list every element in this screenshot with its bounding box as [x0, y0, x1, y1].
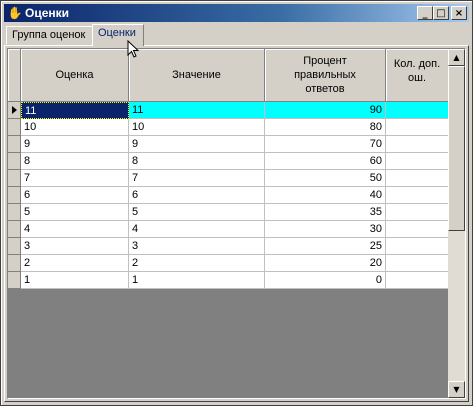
- current-row-arrow-icon: [12, 106, 17, 114]
- cell-value[interactable]: 11: [129, 102, 265, 119]
- close-button[interactable]: ×: [451, 6, 467, 20]
- grades-grid[interactable]: Оценка Значение Процент правильных ответ…: [7, 48, 466, 399]
- scroll-up-button[interactable]: ▲: [448, 49, 465, 66]
- cell-value[interactable]: 4: [129, 221, 265, 238]
- cell-percent[interactable]: 40: [265, 187, 386, 204]
- tab-grade-group[interactable]: Группа оценок: [6, 26, 93, 44]
- cell-grade[interactable]: 7: [21, 170, 129, 187]
- scroll-down-button[interactable]: ▼: [448, 381, 465, 398]
- row-indicator-cell[interactable]: [8, 153, 21, 170]
- row-indicator-cell[interactable]: [8, 272, 21, 289]
- cell-percent[interactable]: 60: [265, 153, 386, 170]
- row-indicator-cell[interactable]: [8, 136, 21, 153]
- table-row[interactable]: 110: [8, 272, 449, 289]
- column-header-grade[interactable]: Оценка: [21, 49, 129, 102]
- cell-grade[interactable]: 9: [21, 136, 129, 153]
- main-window: ✋ Оценки _ □ × Группа оценок Оценки Оцен…: [0, 0, 473, 406]
- cell-percent[interactable]: 70: [265, 136, 386, 153]
- column-header-value[interactable]: Значение: [129, 49, 265, 102]
- table-row[interactable]: 6 6 40: [8, 187, 449, 204]
- row-indicator-cell[interactable]: [8, 204, 21, 221]
- table-row[interactable]: 9 9 70: [8, 136, 449, 153]
- table-row[interactable]: 3 3 25: [8, 238, 449, 255]
- table-row[interactable]: 8 8 60: [8, 153, 449, 170]
- cell-value[interactable]: 8: [129, 153, 265, 170]
- table-row[interactable]: 4 4 30: [8, 221, 449, 238]
- cell-value[interactable]: 10: [129, 119, 265, 136]
- minimize-button[interactable]: _: [417, 6, 433, 20]
- cell-grade[interactable]: 1: [21, 272, 129, 289]
- cell-errors[interactable]: [386, 102, 449, 119]
- row-indicator-cell[interactable]: [8, 170, 21, 187]
- column-header-percent[interactable]: Процент правильных ответов: [265, 49, 386, 102]
- cell-errors[interactable]: [386, 238, 449, 255]
- cell-grade[interactable]: 8: [21, 153, 129, 170]
- cell-percent[interactable]: 90: [265, 102, 386, 119]
- cell-percent[interactable]: 35: [265, 204, 386, 221]
- cell-errors[interactable]: [386, 153, 449, 170]
- scroll-thumb[interactable]: [448, 66, 465, 231]
- table-row[interactable]: 11 11 90: [8, 102, 449, 119]
- tab-strip: Группа оценок Оценки: [4, 24, 469, 46]
- cell-errors[interactable]: [386, 204, 449, 221]
- cell-errors[interactable]: [386, 255, 449, 272]
- cell-value[interactable]: 9: [129, 136, 265, 153]
- cell-percent[interactable]: 25: [265, 238, 386, 255]
- cell-value[interactable]: 2: [129, 255, 265, 272]
- table-row[interactable]: 2 2 20: [8, 255, 449, 272]
- cell-percent[interactable]: 30: [265, 221, 386, 238]
- table-row[interactable]: 5 5 35: [8, 204, 449, 221]
- cell-value[interactable]: 3: [129, 238, 265, 255]
- cell-grade[interactable]: 6: [21, 187, 129, 204]
- title-bar[interactable]: ✋ Оценки _ □ ×: [4, 4, 469, 22]
- cell-value[interactable]: 1: [129, 272, 265, 289]
- table-row[interactable]: 7 7 50: [8, 170, 449, 187]
- vertical-scrollbar[interactable]: ▲ ▼: [448, 49, 465, 398]
- cell-grade[interactable]: 4: [21, 221, 129, 238]
- cell-errors[interactable]: [386, 119, 449, 136]
- row-indicator-cell[interactable]: [8, 255, 21, 272]
- window-title: Оценки: [25, 6, 70, 20]
- cell-grade[interactable]: 2: [21, 255, 129, 272]
- row-indicator-cell[interactable]: [8, 238, 21, 255]
- cell-errors[interactable]: [386, 170, 449, 187]
- maximize-button[interactable]: □: [433, 6, 449, 20]
- cell-grade[interactable]: 5: [21, 204, 129, 221]
- cell-percent[interactable]: 50: [265, 170, 386, 187]
- cell-percent[interactable]: 20: [265, 255, 386, 272]
- grid-empty-area: [8, 289, 449, 398]
- row-indicator-cell[interactable]: [8, 102, 21, 119]
- cell-grade[interactable]: 11: [21, 102, 129, 119]
- cell-errors[interactable]: [386, 221, 449, 238]
- cell-grade[interactable]: 3: [21, 238, 129, 255]
- table-row[interactable]: 10 10 80: [8, 119, 449, 136]
- row-indicator-cell[interactable]: [8, 119, 21, 136]
- cell-errors[interactable]: [386, 136, 449, 153]
- cell-percent[interactable]: 0: [265, 272, 386, 289]
- cell-grade[interactable]: 10: [21, 119, 129, 136]
- cell-value[interactable]: 6: [129, 187, 265, 204]
- cell-value[interactable]: 7: [129, 170, 265, 187]
- mouse-pointer-icon: [127, 40, 140, 58]
- hand-icon: ✋: [7, 6, 23, 20]
- cell-errors[interactable]: [386, 187, 449, 204]
- cell-value[interactable]: 5: [129, 204, 265, 221]
- cell-errors[interactable]: [386, 272, 449, 289]
- header-indicator-cell: [8, 49, 21, 102]
- column-header-errors[interactable]: Кол. доп. ош.: [386, 49, 449, 102]
- cell-percent[interactable]: 80: [265, 119, 386, 136]
- row-indicator-cell[interactable]: [8, 187, 21, 204]
- row-indicator-cell[interactable]: [8, 221, 21, 238]
